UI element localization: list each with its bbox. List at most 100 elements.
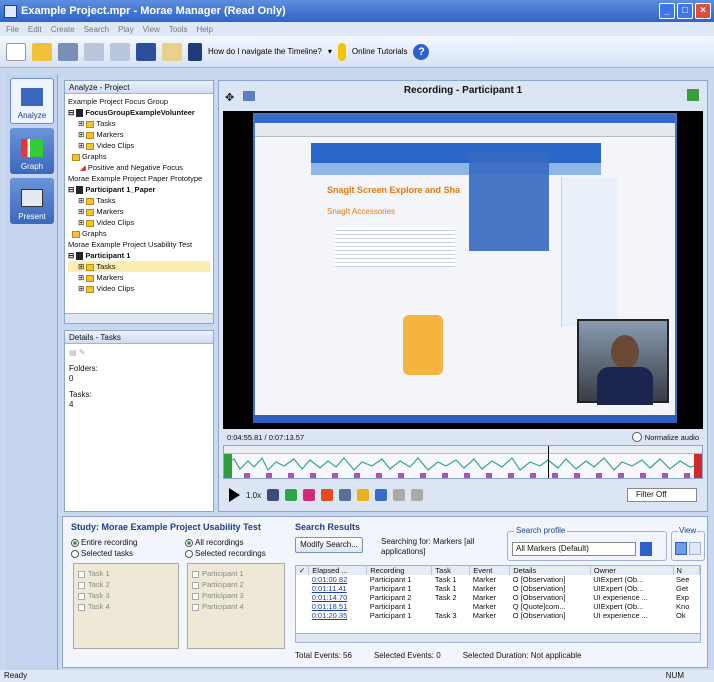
participant-checkbox[interactable]: Participant 3: [192, 590, 280, 601]
details-toolbar-icons[interactable]: ▤ ✎: [69, 348, 209, 358]
tree-item[interactable]: Graphs: [68, 228, 210, 239]
task-list[interactable]: Task 1 Task 2 Task 3 Task 4: [73, 563, 179, 649]
col-owner[interactable]: Owner: [590, 566, 674, 575]
tree-item[interactable]: ⊞ Markers: [68, 206, 210, 217]
tree-item[interactable]: ⊞ Video Clips: [68, 283, 210, 294]
menu-create[interactable]: Create: [51, 25, 75, 34]
export-icon[interactable]: [136, 42, 156, 61]
nav-analyze[interactable]: Analyze: [10, 78, 54, 124]
highlight-icon[interactable]: [357, 489, 370, 501]
save-icon[interactable]: [58, 42, 78, 61]
nav-graph[interactable]: Graph: [10, 128, 54, 174]
tree-item-selected[interactable]: ⊞ Tasks: [68, 261, 210, 272]
timeline-end-marker[interactable]: [694, 454, 702, 478]
tree-item[interactable]: Morae Example Project Usability Test: [68, 239, 210, 250]
minimize-button[interactable]: _: [659, 3, 675, 19]
view-list-icon[interactable]: [675, 542, 687, 555]
task-checkbox[interactable]: Task 2: [78, 579, 174, 590]
tree-item[interactable]: ⊞ Video Clips: [68, 217, 210, 228]
task-icon[interactable]: [339, 489, 352, 501]
participant-checkbox[interactable]: Participant 1: [192, 568, 280, 579]
radio-selected-tasks[interactable]: Selected tasks: [71, 548, 137, 559]
participant-checkbox[interactable]: Participant 2: [192, 579, 280, 590]
tree-item[interactable]: ⊞ Markers: [68, 129, 210, 140]
elapsed-link[interactable]: 0:01:18.51: [312, 602, 347, 611]
view-grid-icon[interactable]: [689, 542, 701, 555]
tree-h-scrollbar[interactable]: [65, 313, 213, 323]
modify-search-button[interactable]: Modify Search...: [295, 537, 363, 553]
radio-selected-recordings[interactable]: Selected recordings: [185, 548, 266, 559]
online-tutorials-link[interactable]: Online Tutorials: [352, 47, 408, 56]
play-icon[interactable]: [229, 488, 240, 502]
maximize-button[interactable]: □: [677, 3, 693, 19]
zoom-icon[interactable]: [393, 489, 406, 501]
filter-dropdown[interactable]: Filter Off: [627, 488, 697, 502]
participant-list[interactable]: Participant 1 Participant 2 Participant …: [187, 563, 285, 649]
tree-item[interactable]: ⊞ Tasks: [68, 118, 210, 129]
speed-selector[interactable]: 1.0x: [246, 491, 261, 500]
nav-present[interactable]: Present: [10, 178, 54, 224]
elapsed-link[interactable]: 0:01:14.70: [312, 593, 347, 602]
col-event[interactable]: Event: [469, 566, 511, 575]
col-task[interactable]: Task: [431, 566, 471, 575]
new-file-icon[interactable]: [6, 42, 26, 61]
table-row[interactable]: 0:01:11.41 Participant 1 Task 1 Marker O [Ob…: [296, 584, 700, 593]
menu-view[interactable]: View: [143, 25, 160, 34]
menu-help[interactable]: Help: [197, 25, 213, 34]
normalize-radio[interactable]: [631, 432, 642, 442]
tree-item[interactable]: ⊞ Markers: [68, 272, 210, 283]
timeline-ruler[interactable]: [224, 446, 702, 454]
col-notes[interactable]: N: [673, 566, 700, 575]
timeline-start-marker[interactable]: [224, 454, 232, 478]
tree-item[interactable]: ◢ Positive and Negative Focus: [68, 162, 210, 173]
participant-checkbox[interactable]: Participant 4: [192, 601, 280, 612]
menu-play[interactable]: Play: [118, 25, 134, 34]
tree-item[interactable]: ⊞ Tasks: [68, 195, 210, 206]
menu-search[interactable]: Search: [84, 25, 109, 34]
clip-icon[interactable]: [321, 489, 334, 501]
table-row[interactable]: 0:01:18.51 Participant 1 Marker Q [Quote]co…: [296, 602, 700, 611]
search-profile-dropdown[interactable]: All Markers (Default): [512, 542, 636, 556]
timeline[interactable]: [223, 445, 703, 479]
task-checkbox[interactable]: Task 1: [78, 568, 174, 579]
tree-item[interactable]: Morae Example Project Paper Prototype: [68, 173, 210, 184]
elapsed-link[interactable]: 0:01:11.41: [312, 584, 347, 593]
table-row[interactable]: 0:01:20.35 Participant 1 Task 3 Marker O [Ob…: [296, 611, 700, 620]
table-row[interactable]: 0:01:00.82 Participant 1 Task 1 Marker O [Ob…: [296, 575, 700, 584]
help-icon[interactable]: ?: [413, 43, 430, 60]
table-row[interactable]: 0:01:14.70 Participant 2 Task 2 Marker O [Ob…: [296, 593, 700, 602]
menu-file[interactable]: File: [6, 25, 19, 34]
col-recording[interactable]: Recording: [366, 566, 433, 575]
dropdown-arrow-icon[interactable]: ▾: [328, 47, 332, 56]
elapsed-link[interactable]: 0:01:20.35: [312, 611, 347, 620]
col-elapsed[interactable]: Elapsed ...: [308, 566, 368, 575]
expand-icon[interactable]: [687, 89, 699, 101]
fit-icon[interactable]: [411, 489, 424, 501]
video-player[interactable]: SnagIt Screen Explore and Sha SnagIt Acc…: [223, 111, 703, 429]
timeline-help-link[interactable]: How do I navigate the Timeline?: [208, 47, 322, 56]
task-checkbox[interactable]: Task 4: [78, 601, 174, 612]
marker-flag-green-icon[interactable]: [285, 489, 298, 501]
save-profile-icon[interactable]: [640, 542, 652, 556]
elapsed-link[interactable]: 0:01:00.82: [312, 575, 347, 584]
task-checkbox[interactable]: Task 3: [78, 590, 174, 601]
menu-edit[interactable]: Edit: [28, 25, 42, 34]
normalize-audio[interactable]: Normalize audio: [631, 432, 699, 442]
marker-flag-red-icon[interactable]: [303, 489, 316, 501]
open-folder-icon[interactable]: [32, 42, 52, 61]
columns-icon[interactable]: [162, 42, 182, 61]
tree-item[interactable]: ⊟ FocusGroupExampleVolunteer: [68, 107, 210, 118]
undo-icon[interactable]: [84, 42, 104, 61]
close-button[interactable]: ×: [695, 3, 711, 19]
sort-icon[interactable]: ✓: [296, 566, 310, 575]
tree-item[interactable]: Example Project Focus Group: [68, 96, 210, 107]
marker-track[interactable]: [244, 473, 694, 478]
results-h-scrollbar[interactable]: [296, 633, 700, 642]
radio-all-recordings[interactable]: All recordings: [185, 537, 266, 548]
col-details[interactable]: Details: [509, 566, 591, 575]
tree-item[interactable]: ⊟ Participant 1_Paper: [68, 184, 210, 195]
tree-item[interactable]: Graphs: [68, 151, 210, 162]
menu-tools[interactable]: Tools: [169, 25, 188, 34]
tree-item[interactable]: ⊟ Participant 1: [68, 250, 210, 261]
tree-item[interactable]: ⊞ Video Clips: [68, 140, 210, 151]
